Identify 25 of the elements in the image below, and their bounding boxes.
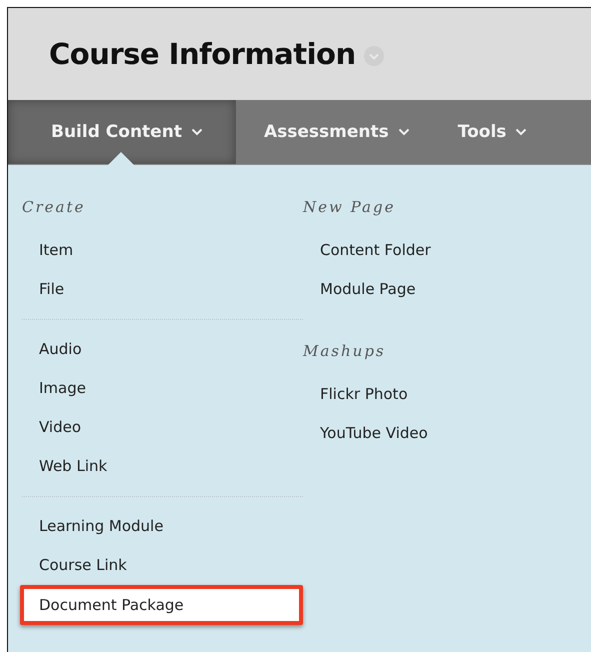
menu-item[interactable]: File	[22, 270, 303, 309]
menu-item[interactable]: Image	[22, 369, 303, 408]
chevron-down-icon	[515, 128, 528, 136]
section-heading: New Page	[303, 197, 396, 218]
page-title: Course Information	[49, 37, 356, 71]
section-heading: Create	[22, 197, 86, 218]
menu-item[interactable]: Learning Module	[22, 507, 303, 546]
menu-pointer-icon	[108, 152, 134, 165]
menu-item[interactable]: Web Link	[22, 447, 303, 486]
nav-tab[interactable]: Build Content	[8, 100, 236, 164]
menu-item[interactable]: Audio	[22, 330, 303, 369]
menu-item[interactable]: Flickr Photo	[303, 375, 431, 414]
nav-tab[interactable]: Tools	[430, 100, 548, 164]
menu-item[interactable]: YouTube Video	[303, 414, 431, 453]
nav-tab[interactable]: Assessments	[236, 100, 430, 164]
menu-item[interactable]: Video	[22, 408, 303, 447]
menu-item[interactable]: Course Link	[22, 546, 303, 585]
chevron-down-icon[interactable]	[364, 46, 384, 66]
menu-item[interactable]: Document Package	[20, 585, 303, 625]
chevron-down-icon	[190, 128, 203, 136]
menu-item[interactable]: Item	[22, 231, 303, 270]
section-heading: Mashups	[303, 341, 387, 362]
menu-item[interactable]: Module Page	[303, 270, 431, 309]
chevron-down-icon	[398, 128, 410, 136]
menu-item[interactable]: Content Folder	[303, 231, 431, 270]
